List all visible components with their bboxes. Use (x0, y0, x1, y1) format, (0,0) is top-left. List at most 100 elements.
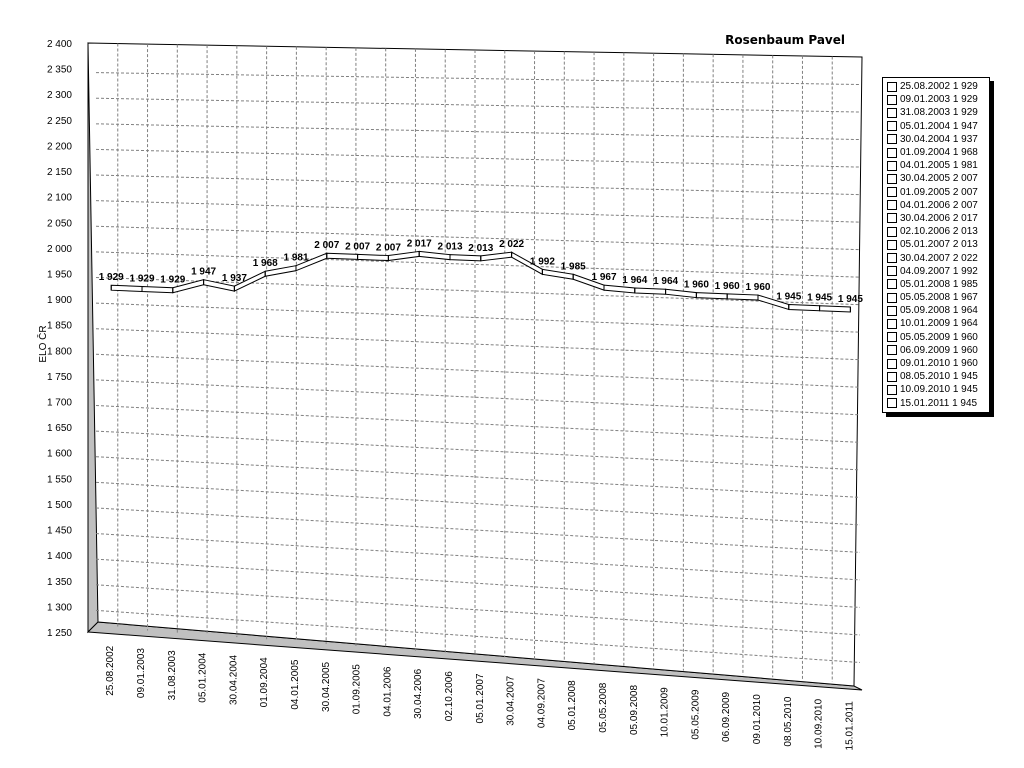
y-tick-label: 1 900 (47, 295, 72, 306)
legend-swatch (887, 147, 897, 158)
legend-label: 04.01.2006 2 007 (900, 199, 978, 211)
legend-swatch (887, 121, 897, 132)
legend-label: 05.05.2009 1 960 (900, 331, 978, 343)
data-label: 1 929 (99, 272, 124, 283)
legend-label: 04.01.2005 1 981 (900, 160, 978, 172)
legend-swatch (887, 292, 897, 303)
data-label: 2 007 (314, 240, 339, 251)
data-label: 1 960 (715, 281, 740, 292)
legend-entry: 01.09.2005 2 007 (883, 186, 989, 199)
x-tick-label: 04.01.2006 (382, 666, 393, 716)
line-segment (695, 292, 728, 300)
legend-entry: 30.04.2006 2 017 (883, 212, 989, 225)
y-tick-label: 2 000 (47, 244, 72, 255)
legend-label: 01.09.2005 2 007 (900, 186, 978, 198)
y-tick-label: 2 400 (47, 39, 72, 50)
x-tick-label: 05.01.2008 (567, 680, 578, 730)
legend-entry: 30.04.2007 2 022 (883, 251, 989, 264)
x-tick-label: 05.01.2007 (475, 673, 486, 723)
x-tick-label: 08.05.2010 (783, 696, 794, 746)
legend-label: 30.04.2007 2 022 (900, 252, 978, 264)
y-tick-label: 1 300 (47, 602, 72, 613)
data-label: 2 022 (499, 239, 524, 250)
legend-entry: 05.01.2007 2 013 (883, 238, 989, 251)
y-tick-label: 1 250 (47, 628, 72, 639)
legend-swatch (887, 187, 897, 198)
line-segment (449, 254, 482, 262)
legend-entry: 05.09.2008 1 964 (883, 304, 989, 317)
x-tick-label: 02.10.2006 (444, 671, 455, 721)
legend-label: 05.01.2004 1 947 (900, 120, 978, 132)
y-tick-label: 2 350 (47, 65, 72, 76)
legend-swatch (887, 398, 897, 409)
line-segment (326, 252, 359, 260)
line-segment (357, 253, 389, 262)
line-segment (110, 284, 143, 292)
data-label: 1 968 (253, 258, 278, 269)
legend-entry: 30.04.2005 2 007 (883, 172, 989, 185)
legend-entry: 10.01.2009 1 964 (883, 317, 989, 330)
legend-swatch (887, 239, 897, 250)
legend-swatch (887, 200, 897, 211)
legend: 25.08.2002 1 929 09.01.2003 1 929 31.08.20… (882, 77, 990, 413)
data-label: 2 007 (376, 243, 401, 254)
data-label: 1 945 (807, 293, 832, 304)
y-axis-label: ELO ČR (36, 325, 49, 362)
y-tick-label: 2 200 (47, 141, 72, 152)
legend-entry: 05.01.2008 1 985 (883, 278, 989, 291)
legend-label: 09.01.2003 1 929 (900, 94, 978, 106)
data-label: 2 007 (345, 241, 370, 252)
legend-entry: 05.05.2009 1 960 (883, 331, 989, 344)
legend-label: 05.01.2007 2 013 (900, 239, 978, 251)
data-label: 2 017 (407, 238, 432, 249)
legend-entry: 08.05.2010 1 945 (883, 370, 989, 383)
x-tick-label: 01.09.2005 (352, 664, 363, 714)
y-tick-label: 1 850 (47, 321, 72, 332)
y-tick-label: 1 950 (47, 269, 72, 280)
data-label: 1 945 (838, 294, 863, 305)
y-tick-label: 1 800 (47, 346, 72, 357)
data-label: 1 981 (283, 253, 308, 264)
legend-entry: 09.01.2003 1 929 (883, 93, 989, 106)
y-tick-label: 2 250 (47, 116, 72, 127)
y-axis-ticks: 2 400 2 350 2 300 2 250 2 200 2 150 2 100 2 050… (47, 39, 72, 639)
y-tick-label: 1 550 (47, 474, 72, 485)
x-tick-label: 09.01.2010 (752, 694, 763, 744)
legend-swatch (887, 107, 897, 118)
legend-swatch (887, 305, 897, 316)
data-label: 1 947 (191, 267, 216, 278)
legend-swatch (887, 358, 897, 369)
y-tick-label: 1 600 (47, 449, 72, 460)
data-label: 1 964 (653, 276, 678, 287)
line-segment (634, 287, 667, 295)
legend-swatch (887, 173, 897, 184)
legend-swatch (887, 160, 897, 171)
legend-entry: 05.05.2008 1 967 (883, 291, 989, 304)
y-tick-label: 2 050 (47, 218, 72, 229)
legend-entry: 06.09.2009 1 960 (883, 344, 989, 357)
back-wall (87, 42, 863, 687)
y-tick-label: 2 100 (47, 193, 72, 204)
x-tick-label: 04.01.2005 (290, 659, 301, 709)
legend-label: 30.04.2005 2 007 (900, 173, 978, 185)
legend-label: 09.01.2010 1 960 (900, 358, 978, 370)
legend-swatch (887, 81, 897, 92)
legend-entry: 04.01.2006 2 007 (883, 199, 989, 212)
x-tick-label: 05.01.2004 (198, 652, 209, 702)
x-tick-label: 06.09.2009 (721, 691, 732, 741)
legend-entry: 09.01.2010 1 960 (883, 357, 989, 370)
y-tick-label: 1 500 (47, 500, 72, 511)
data-label: 1 985 (561, 261, 586, 272)
legend-label: 15.01.2011 1 945 (900, 397, 978, 409)
y-tick-label: 2 150 (47, 167, 72, 178)
x-tick-label: 05.09.2008 (629, 685, 640, 735)
legend-label: 25.08.2002 1 929 (900, 81, 978, 93)
legend-swatch (887, 134, 897, 145)
x-tick-label: 30.04.2006 (413, 668, 424, 718)
y-tick-label: 1 750 (47, 372, 72, 383)
legend-label: 06.09.2009 1 960 (900, 344, 978, 356)
legend-entry: 04.09.2007 1 992 (883, 265, 989, 278)
data-label: 1 929 (160, 275, 185, 286)
x-tick-label: 05.05.2008 (598, 682, 609, 732)
legend-swatch (887, 266, 897, 277)
